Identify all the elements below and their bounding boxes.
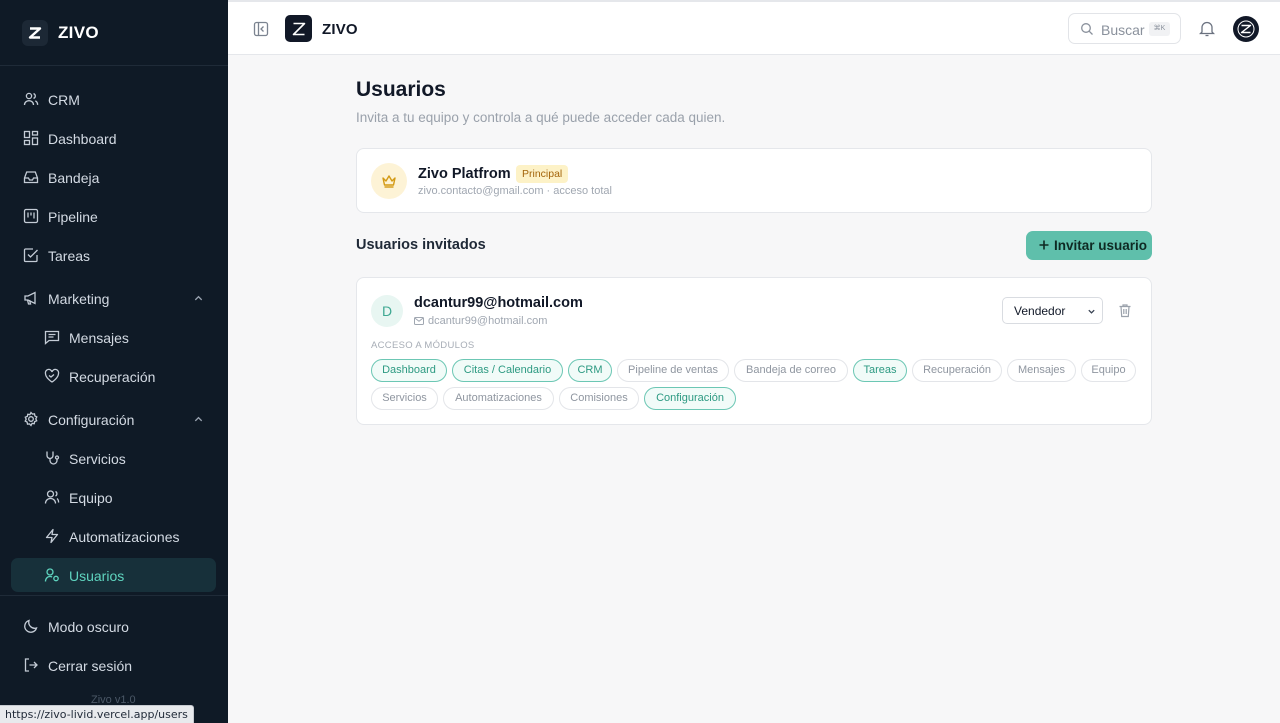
sidebar-item-automatizaciones[interactable]: Automatizaciones bbox=[11, 519, 216, 553]
user-avatar[interactable] bbox=[1233, 16, 1259, 42]
lightning-icon bbox=[45, 528, 59, 544]
zivo-logo-icon bbox=[22, 19, 48, 46]
team-icon bbox=[44, 490, 60, 504]
module-chip-comisiones[interactable]: Comisiones bbox=[559, 387, 639, 410]
dark-mode-toggle[interactable]: Modo oscuro bbox=[11, 609, 216, 643]
module-chip-dashboard[interactable]: Dashboard bbox=[371, 359, 447, 382]
moon-icon bbox=[24, 619, 38, 633]
chevron-up-icon[interactable] bbox=[193, 414, 204, 425]
plus-icon bbox=[1039, 240, 1049, 250]
heart-handshake-icon bbox=[44, 368, 60, 383]
sidebar-brand[interactable]: ZIVO bbox=[0, 0, 228, 66]
sidebar-item-label: Dashboard bbox=[48, 131, 117, 147]
sidebar-item-marketing[interactable]: Marketing bbox=[11, 281, 216, 315]
sidebar-item-equipo[interactable]: Equipo bbox=[11, 480, 216, 514]
module-chip-tareas[interactable]: Tareas bbox=[853, 359, 907, 382]
checkbox-icon bbox=[23, 248, 38, 263]
logout-icon bbox=[24, 658, 38, 672]
page-title: Usuarios bbox=[356, 78, 446, 101]
user-name: dcantur99@hotmail.com bbox=[414, 295, 583, 311]
sidebar-item-dashboard[interactable]: Dashboard bbox=[11, 121, 216, 155]
sidebar-item-crm[interactable]: CRM bbox=[11, 82, 216, 116]
browser-status-url: https://zivo-livid.vercel.app/users bbox=[0, 705, 194, 723]
logout-label: Cerrar sesión bbox=[48, 658, 133, 674]
sidebar-item-label: Marketing bbox=[48, 291, 110, 307]
chevron-down-icon bbox=[1088, 309, 1095, 314]
dark-mode-label: Modo oscuro bbox=[48, 619, 129, 635]
megaphone-icon bbox=[24, 291, 36, 305]
logout-button[interactable]: Cerrar sesión bbox=[11, 648, 216, 682]
trash-icon[interactable] bbox=[1118, 303, 1132, 318]
user-key-icon bbox=[44, 568, 59, 582]
module-chip-citas-calendario[interactable]: Citas / Calendario bbox=[452, 359, 563, 382]
sidebar-item-label: Equipo bbox=[69, 490, 113, 506]
module-chip-pipeline-de-ventas[interactable]: Pipeline de ventas bbox=[617, 359, 729, 382]
user-email-row: dcantur99@hotmail.com bbox=[414, 315, 547, 327]
sidebar-item-usuarios[interactable]: Usuarios bbox=[11, 558, 216, 592]
role-select[interactable]: Vendedor bbox=[1002, 297, 1103, 324]
sidebar-item-recuperacion[interactable]: Recuperación bbox=[11, 359, 216, 393]
bell-icon[interactable] bbox=[1199, 20, 1215, 37]
search-placeholder: Buscar bbox=[1101, 22, 1145, 38]
owner-badge: Principal bbox=[516, 165, 569, 183]
module-chip-mensajes[interactable]: Mensajes bbox=[1007, 359, 1076, 382]
module-chip-automatizaciones[interactable]: Automatizaciones bbox=[443, 387, 554, 410]
sidebar-item-label: CRM bbox=[48, 92, 80, 108]
topbar: ZIVO Buscar ⌘K bbox=[228, 0, 1280, 55]
sidebar-item-servicios[interactable]: Servicios bbox=[11, 441, 216, 475]
sidebar-item-label: Mensajes bbox=[69, 330, 129, 346]
module-chip-bandeja-de-correo[interactable]: Bandeja de correo bbox=[734, 359, 848, 382]
invite-user-button[interactable]: Invitar usuario bbox=[1026, 231, 1152, 260]
sidebar: ZIVO CRM Dashboard Bandeja Pipeline Tare… bbox=[0, 0, 228, 723]
gear-icon bbox=[24, 411, 38, 427]
user-email: dcantur99@hotmail.com bbox=[428, 315, 548, 327]
sidebar-toggle-icon[interactable] bbox=[253, 21, 269, 37]
inbox-icon bbox=[23, 171, 39, 184]
sidebar-item-label: Pipeline bbox=[48, 209, 98, 225]
owner-name: Zivo Platfrom bbox=[418, 166, 511, 182]
search-button[interactable]: Buscar ⌘K bbox=[1068, 13, 1181, 44]
stethoscope-icon bbox=[46, 451, 60, 465]
sidebar-item-label: Configuración bbox=[48, 412, 135, 428]
zivo-logo-icon[interactable] bbox=[285, 15, 312, 42]
sidebar-item-tareas[interactable]: Tareas bbox=[11, 238, 216, 272]
invited-users-title: Usuarios invitados bbox=[356, 237, 486, 253]
sidebar-item-label: Automatizaciones bbox=[69, 529, 180, 545]
chevron-up-icon[interactable] bbox=[193, 293, 204, 304]
invite-user-label: Invitar usuario bbox=[1054, 238, 1148, 253]
sidebar-brand-name: ZIVO bbox=[58, 22, 99, 42]
modules-label: ACCESO A MÓDULOS bbox=[371, 340, 475, 351]
message-icon bbox=[44, 330, 60, 345]
role-select-value: Vendedor bbox=[1014, 304, 1066, 318]
sidebar-item-configuracion[interactable]: Configuración bbox=[11, 402, 216, 436]
user-card: D dcantur99@hotmail.com dcantur99@hotmai… bbox=[356, 277, 1152, 425]
sidebar-divider bbox=[0, 595, 228, 596]
module-chip-servicios[interactable]: Servicios bbox=[371, 387, 438, 410]
module-chip-recuperacion[interactable]: Recuperación bbox=[912, 359, 1002, 382]
sidebar-item-label: Recuperación bbox=[69, 369, 156, 385]
owner-card: Zivo Platfrom Principal zivo.contacto@gm… bbox=[356, 148, 1152, 213]
module-chip-equipo[interactable]: Equipo bbox=[1081, 359, 1136, 382]
mail-icon bbox=[414, 317, 424, 325]
users-icon bbox=[23, 92, 39, 106]
sidebar-item-pipeline[interactable]: Pipeline bbox=[11, 199, 216, 233]
kanban-icon bbox=[23, 208, 39, 224]
sidebar-item-label: Servicios bbox=[69, 451, 126, 467]
sidebar-item-label: Usuarios bbox=[69, 568, 125, 584]
sidebar-item-mensajes[interactable]: Mensajes bbox=[11, 320, 216, 354]
sidebar-item-label: Bandeja bbox=[48, 170, 100, 186]
search-icon bbox=[1081, 23, 1093, 35]
crown-icon bbox=[371, 163, 407, 199]
module-chip-configuracion[interactable]: Configuración bbox=[644, 387, 736, 410]
search-shortcut: ⌘K bbox=[1149, 22, 1170, 36]
owner-detail: zivo.contacto@gmail.com · acceso total bbox=[418, 185, 612, 197]
grid-icon bbox=[23, 130, 39, 146]
page-subtitle: Invita a tu equipo y controla a qué pued… bbox=[356, 110, 726, 125]
user-initial-avatar: D bbox=[371, 295, 403, 327]
sidebar-item-label: Tareas bbox=[48, 248, 91, 264]
sidebar-item-bandeja[interactable]: Bandeja bbox=[11, 160, 216, 194]
module-chip-crm[interactable]: CRM bbox=[568, 359, 612, 382]
topbar-brand-name[interactable]: ZIVO bbox=[322, 21, 358, 38]
